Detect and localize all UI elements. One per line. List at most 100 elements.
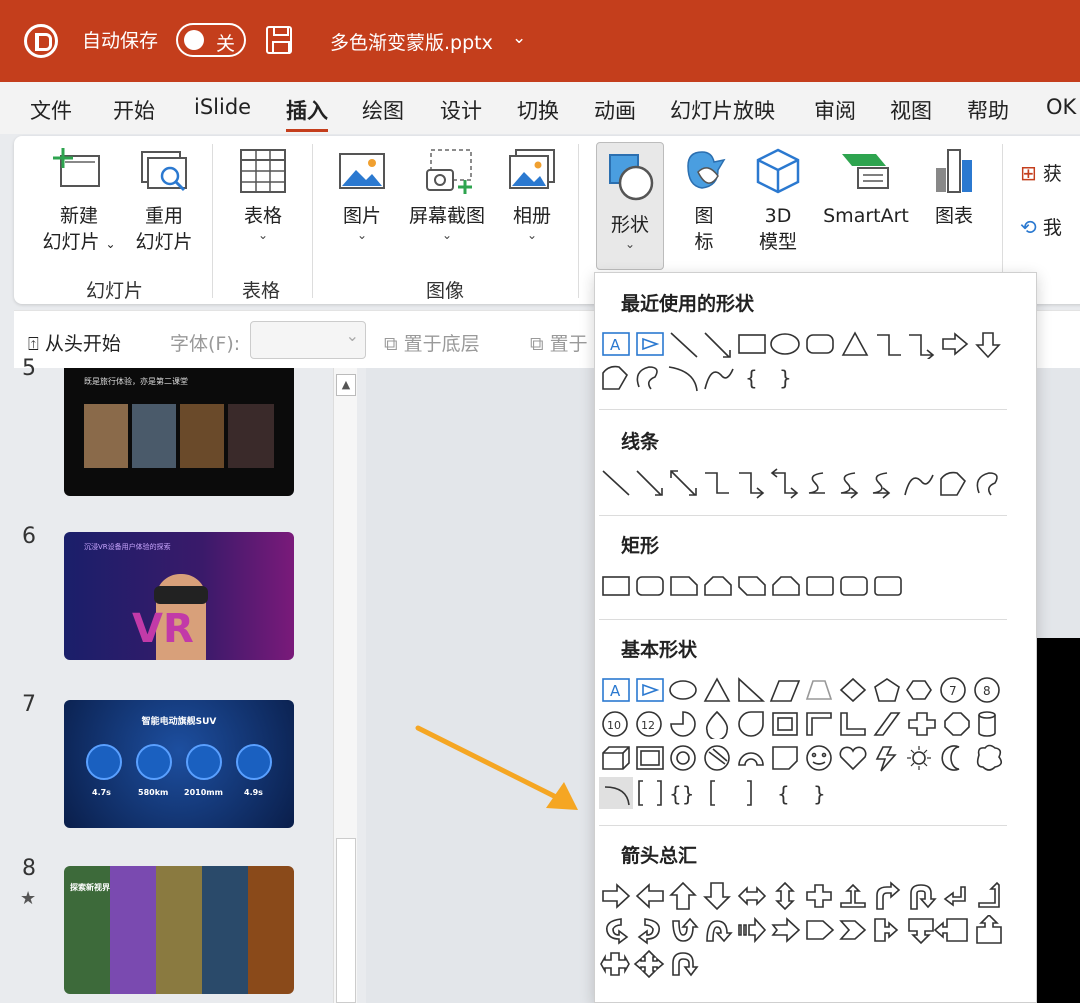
save-icon[interactable]: [266, 26, 292, 54]
current-slide-edge: [1036, 638, 1080, 1003]
font-select[interactable]: [250, 321, 366, 359]
slide-6-vr-letters: VR: [132, 606, 194, 652]
smartart-icon: [842, 154, 889, 189]
chart-icon: [936, 149, 972, 193]
slide-thumbnail-8[interactable]: 探索新视界: [64, 866, 294, 994]
chevron-down-icon[interactable]: ⌄: [512, 28, 526, 48]
section-divider: [599, 515, 1007, 516]
picture-icon: [339, 153, 385, 189]
reuse-label: 重用: [144, 205, 183, 227]
title-bar: 自动保存 关 多色渐变蒙版.pptx ⌄: [0, 0, 1080, 82]
smartart-button[interactable]: SmartArt: [818, 146, 914, 229]
shapes-label: 形状: [610, 214, 649, 236]
tab-file[interactable]: 文件: [30, 95, 72, 125]
slide-8-panel: [248, 866, 294, 994]
addins-icon: ⊞: [1020, 161, 1037, 185]
3d-label: 3D: [764, 205, 792, 227]
get-addins-label: 获: [1042, 163, 1062, 185]
tab-islide[interactable]: iSlide: [194, 95, 251, 119]
autosave-toggle[interactable]: 关: [176, 23, 246, 57]
tab-slideshow[interactable]: 幻灯片放映: [670, 95, 775, 125]
slide-5-photo: [180, 404, 224, 468]
slide-thumbnail-7[interactable]: 智能电动旗舰SUV 4.7s 580km 2010mm 4.9s: [64, 700, 294, 828]
slide-8-title: 探索新视界: [70, 883, 110, 892]
shapes-button[interactable]: 形状 ⌄: [596, 142, 664, 270]
chart-button[interactable]: 图表: [922, 146, 986, 229]
chevron-down-icon: ⌄: [441, 228, 453, 242]
icons-button[interactable]: 图 标: [672, 146, 736, 255]
animation-star-icon: ★: [20, 888, 37, 909]
lines-row: [599, 467, 1007, 499]
stat-circle: [186, 744, 222, 780]
group-label-slides: 幻灯片: [86, 280, 144, 302]
stat-circle: [86, 744, 122, 780]
picture-button[interactable]: 图片 ⌄: [330, 146, 394, 241]
my-addins-icon: ⟲: [1020, 215, 1037, 239]
send-back-label: 置于底层: [403, 333, 480, 355]
svg-text:{}: {}: [669, 782, 694, 806]
slide-7-title: 智能电动旗舰SUV: [141, 717, 217, 727]
scrollbar-thumb[interactable]: [336, 838, 356, 1003]
block-arrows-icons-1: [602, 881, 1000, 911]
file-name[interactable]: 多色渐变蒙版.pptx: [330, 28, 493, 55]
section-recent-shapes: 最近使用的形状: [621, 293, 755, 315]
thumbnail-scrollbar[interactable]: ▲: [333, 368, 357, 1003]
reuse-slides-button[interactable]: 重用 幻灯片: [132, 146, 196, 255]
new-slide-label-text: 幻灯片: [42, 231, 100, 253]
my-addins-button[interactable]: ⟲ 我: [1020, 214, 1080, 241]
group-separator: [212, 144, 213, 298]
tab-help[interactable]: 帮助: [967, 95, 1009, 125]
basic-shapes-icons-3: [602, 744, 1003, 772]
tab-home[interactable]: 开始: [113, 95, 155, 125]
section-divider: [599, 409, 1007, 410]
stat-circle: [236, 744, 272, 780]
new-slide-icon: [53, 148, 100, 187]
chevron-down-icon: ⌄: [105, 237, 116, 251]
basic-shapes-icons-2: 10 12: [602, 710, 996, 739]
get-addins-button[interactable]: ⊞ 获: [1020, 160, 1080, 187]
basic-shapes-row-2: 10 12: [599, 709, 1007, 739]
slide-thumbnail-6[interactable]: 沉浸VR设备用户体验的探索 VR: [64, 532, 294, 660]
reuse-label-2: 幻灯片: [135, 231, 193, 253]
selected-arc-highlight: [599, 777, 633, 809]
slide-8-panel: [110, 866, 156, 994]
svg-text:8: 8: [983, 684, 991, 698]
arrows-row-1: [599, 881, 1007, 911]
section-divider: [599, 825, 1007, 826]
slide-number: 8: [22, 856, 36, 881]
svg-text:12: 12: [641, 719, 655, 732]
tab-design[interactable]: 设计: [440, 95, 482, 125]
tab-draw[interactable]: 绘图: [362, 95, 404, 125]
tab-animations[interactable]: 动画: [594, 95, 636, 125]
chevron-down-icon: ⌄: [526, 228, 538, 242]
reuse-slides-icon: [141, 151, 187, 192]
from-start-label: 从头开始: [44, 333, 121, 355]
scroll-up-icon[interactable]: ▲: [336, 374, 356, 396]
font-label: 字体(F):: [170, 333, 241, 355]
bring-to-front-button[interactable]: ⧉ 置于: [530, 329, 588, 356]
photo-album-button[interactable]: 相册 ⌄: [500, 146, 564, 241]
section-lines: 线条: [621, 431, 660, 453]
presentation-icon: ⍐: [28, 334, 39, 355]
stat-circle: [136, 744, 172, 780]
tab-transitions[interactable]: 切换: [517, 95, 559, 125]
tab-view[interactable]: 视图: [890, 95, 932, 125]
block-arrows-icons-2: [605, 915, 1002, 945]
send-to-back-button[interactable]: ⧉ 置于底层: [384, 329, 480, 356]
3d-model-button[interactable]: 3D 模型: [746, 146, 810, 255]
new-slide-button[interactable]: 新建 幻灯片 ⌄: [36, 146, 122, 257]
screenshot-button[interactable]: 屏幕截图 ⌄: [400, 146, 494, 241]
section-divider: [599, 619, 1007, 620]
table-button[interactable]: 表格 ⌄: [226, 146, 300, 241]
slide-thumbnail-5[interactable]: 既是旅行体验，亦是第二课堂: [64, 368, 294, 496]
rectangles-row: [599, 571, 909, 601]
recent-shapes-row-1: A: [599, 329, 1007, 359]
tab-insert[interactable]: 插入: [286, 95, 328, 132]
tab-ok[interactable]: OK: [1046, 95, 1076, 119]
icons-label-2: 标: [694, 231, 714, 253]
tab-review[interactable]: 审阅: [814, 95, 856, 125]
shapes-icon: [609, 154, 654, 201]
present-from-start-button[interactable]: ⍐ 从头开始: [28, 329, 121, 356]
3d-label-2: 模型: [758, 231, 797, 253]
recent-shapes-icons: A: [602, 331, 1001, 359]
